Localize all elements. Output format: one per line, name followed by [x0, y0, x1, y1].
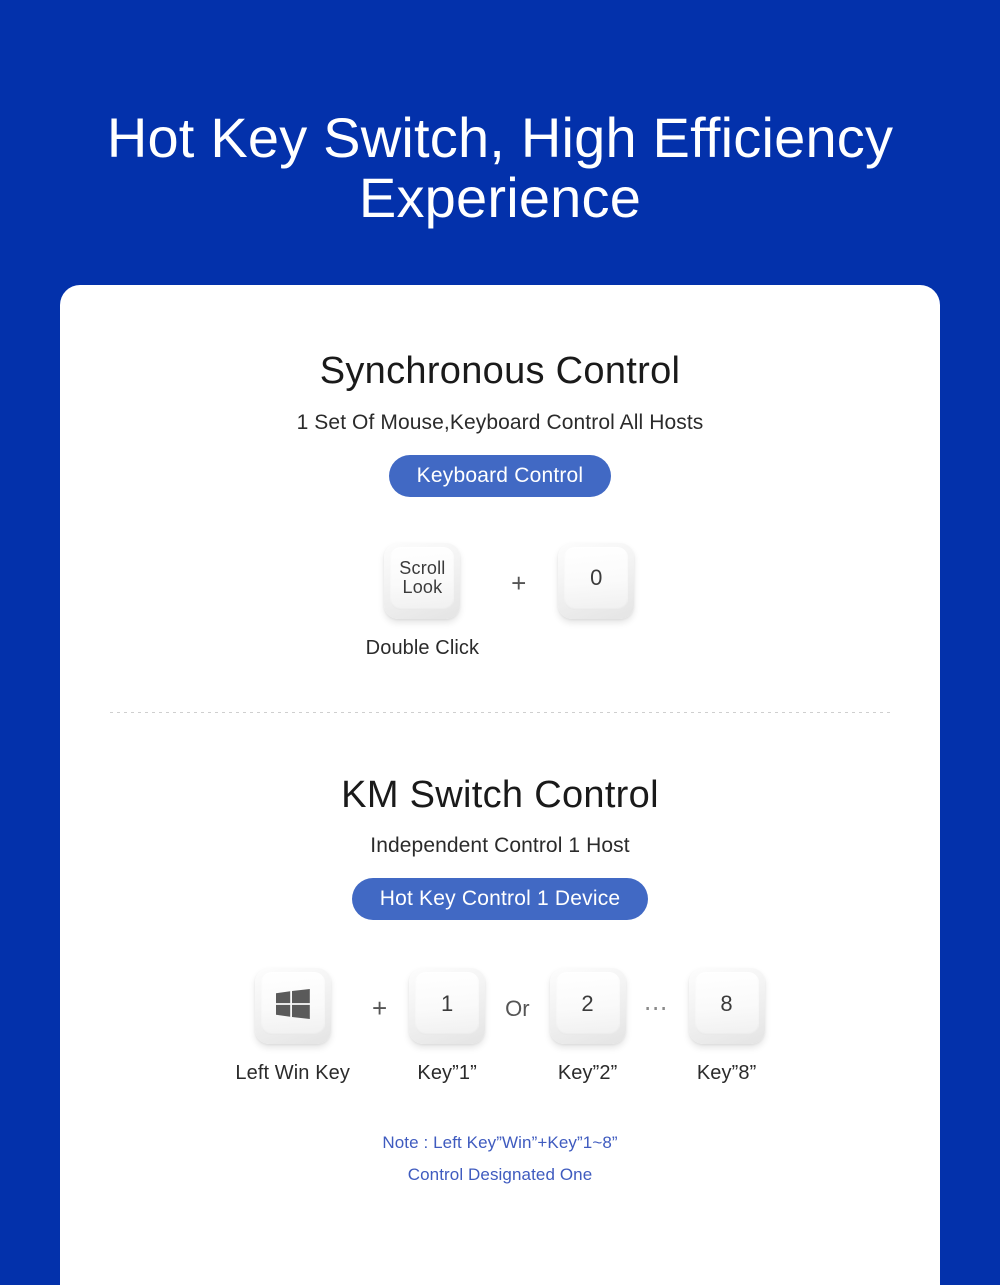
page-title-line-1: Hot Key Switch, High Efficiency — [106, 106, 894, 169]
section-2-title: KM Switch Control — [341, 773, 659, 816]
key-slot-8[interactable]: 8 Key”8” — [688, 968, 765, 1085]
page-title-line-2: Experience — [358, 165, 642, 229]
keycap-8[interactable]: 8 — [688, 968, 765, 1045]
keycap-zero[interactable]: 0 — [558, 542, 635, 619]
section-1-key-row: Scroll Look Double Click + 0 — [60, 542, 940, 660]
section-km-switch-control: KM Switch Control Independent Control 1 … — [60, 713, 940, 1190]
keycap-1-label: 1 — [440, 990, 454, 1016]
keycap-2[interactable]: 2 — [549, 968, 626, 1045]
badge-hot-key-control[interactable]: Hot Key Control 1 Device — [351, 878, 649, 921]
badge-keyboard-control[interactable]: Keyboard Control — [388, 454, 612, 497]
section-2-key-row: Left Win Key + 1 Key”1” Or 2 Key”2” ⋯ 8 … — [60, 968, 940, 1085]
keycap-scroll-lock-label: Scroll Look — [399, 557, 446, 603]
key-caption-key-8: Key”8” — [696, 1062, 757, 1085]
key-caption-key-2: Key”2” — [557, 1062, 618, 1085]
note-line-2: Control Designated One — [407, 1164, 593, 1184]
key-slot-zero[interactable]: 0 — [558, 542, 635, 660]
key-slot-scroll-lock[interactable]: Scroll Look Double Click — [365, 542, 480, 660]
windows-logo-icon — [275, 988, 310, 1019]
keycap-zero-label: 0 — [590, 565, 603, 591]
hero-banner: Hot Key Switch, High Efficiency Experien… — [0, 0, 1000, 228]
separator-or: Or — [505, 995, 530, 1021]
section-2-subtitle: Independent Control 1 Host — [370, 834, 630, 858]
keycap-2-label: 2 — [581, 990, 594, 1016]
key-slot-2[interactable]: 2 Key”2” — [549, 968, 626, 1085]
key-caption-left-win-key: Left Win Key — [235, 1062, 350, 1085]
keycap-scroll-lock[interactable]: Scroll Look — [384, 542, 461, 619]
content-card: Synchronous Control 1 Set Of Mouse,Keybo… — [60, 285, 940, 1285]
separator-plus-2: + — [371, 993, 388, 1024]
separator-ellipsis: ⋯ — [643, 995, 671, 1023]
key-caption-key-1: Key”1” — [417, 1062, 477, 1085]
section-1-title: Synchronous Control — [319, 350, 681, 392]
note-line-1: Note : Left Key”Win”+Key”1~8” — [382, 1133, 618, 1153]
section-1-subtitle: 1 Set Of Mouse,Keyboard Control All Host… — [296, 410, 704, 434]
separator-plus-1: + — [511, 567, 527, 598]
keycap-win[interactable] — [254, 968, 331, 1045]
keycap-8-label: 8 — [720, 990, 733, 1016]
section-synchronous-control: Synchronous Control 1 Set Of Mouse,Keybo… — [60, 285, 940, 660]
key-caption-double-click: Double Click — [365, 636, 480, 659]
key-slot-win[interactable]: Left Win Key — [235, 968, 350, 1085]
keycap-1[interactable]: 1 — [409, 968, 486, 1045]
key-slot-1[interactable]: 1 Key”1” — [409, 968, 486, 1085]
note-text: Note : Left Key”Win”+Key”1~8” Control De… — [60, 1127, 940, 1190]
keycap-scroll-lock-line-2: Look — [402, 577, 443, 598]
page-title: Hot Key Switch, High Efficiency Experien… — [0, 108, 1000, 228]
keycap-scroll-lock-line-1: Scroll — [399, 557, 446, 578]
